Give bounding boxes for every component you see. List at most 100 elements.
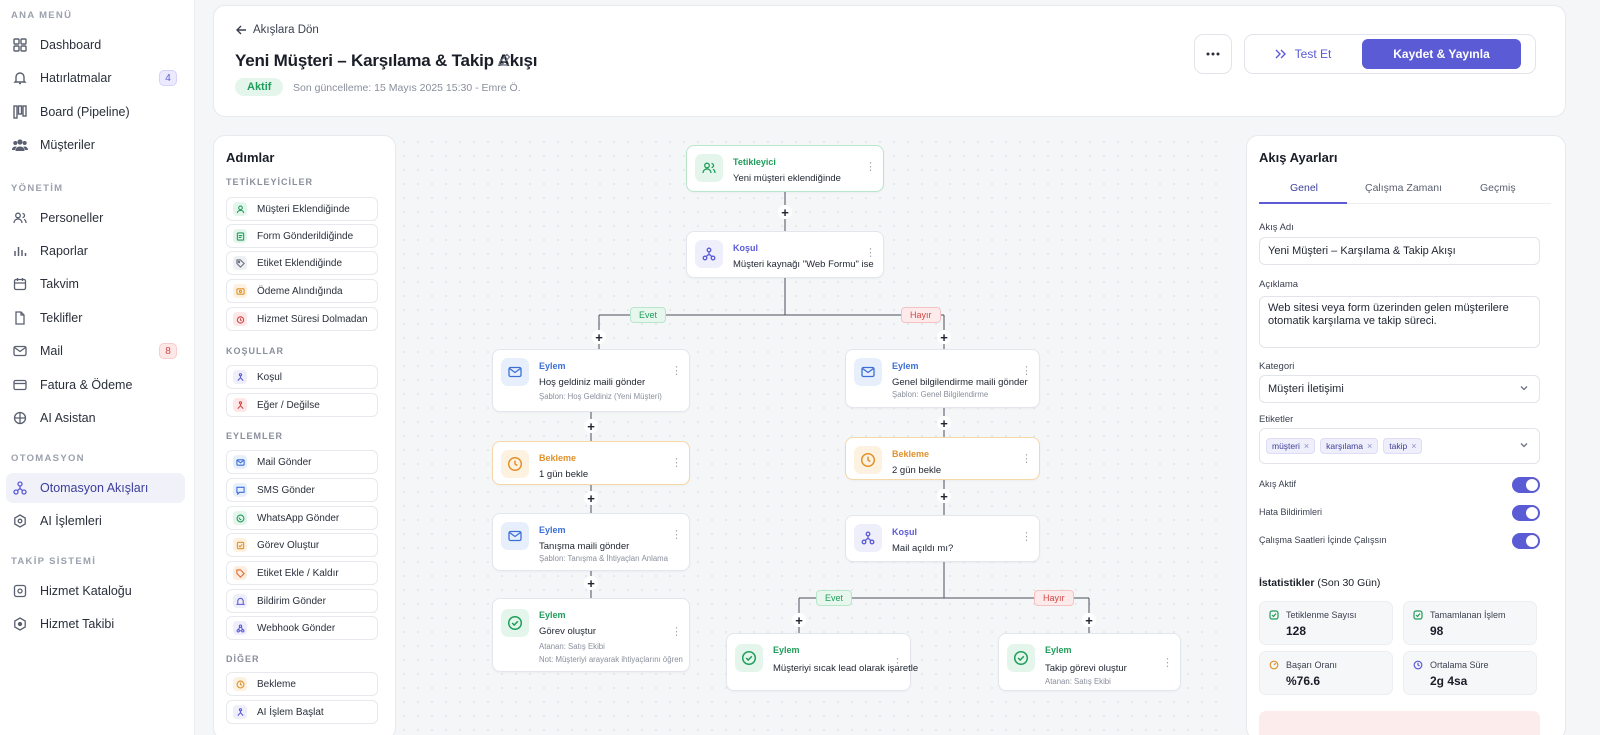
sidebar-item-reports[interactable]: Raporlar bbox=[6, 236, 185, 266]
flow-node-followup-task[interactable]: Eylem Takip görevi oluştur Atanan: Satış… bbox=[998, 633, 1181, 691]
step-customer-added[interactable]: Müşteri Eklendiğinde bbox=[226, 197, 378, 221]
kanban-icon bbox=[12, 104, 28, 120]
sidebar-item-billing[interactable]: Fatura & Ödeme bbox=[6, 370, 185, 400]
node-menu-icon[interactable]: ⋮ bbox=[671, 458, 682, 469]
remove-tag-icon[interactable]: × bbox=[1304, 441, 1309, 451]
sidebar-item-ai-assistant[interactable]: AI Asistan bbox=[6, 403, 185, 433]
step-start-ai-operation[interactable]: AI İşlem Başlat bbox=[226, 700, 378, 724]
step-add-remove-tag[interactable]: Etiket Ekle / Kaldır bbox=[226, 561, 378, 585]
node-menu-icon[interactable]: ⋮ bbox=[1021, 454, 1032, 465]
node-menu-icon[interactable]: ⋮ bbox=[671, 530, 682, 541]
flow-node-intro-mail[interactable]: Eylem Tanışma maili gönder Şablon: Tanış… bbox=[492, 513, 690, 571]
error-notifications-toggle[interactable] bbox=[1512, 505, 1540, 521]
step-send-notification[interactable]: Bildirim Gönder bbox=[226, 589, 378, 613]
add-step-button[interactable]: + bbox=[584, 576, 598, 590]
add-step-button[interactable]: + bbox=[584, 419, 598, 433]
sidebar-item-ai-operations[interactable]: AI İşlemleri bbox=[6, 506, 185, 536]
node-label: 1 gün bekle bbox=[539, 469, 589, 480]
add-step-button[interactable]: + bbox=[584, 491, 598, 505]
remove-tag-icon[interactable]: × bbox=[1411, 441, 1416, 451]
sidebar-item-service-tracking[interactable]: Hizmet Takibi bbox=[6, 609, 185, 639]
flow-node-create-task[interactable]: Eylem Görev oluştur Atanan: Satış Ekibi … bbox=[492, 598, 690, 672]
step-send-mail[interactable]: Mail Gönder bbox=[226, 450, 378, 474]
page-title: Yeni Müşteri – Karşılama & Takip Akışı bbox=[235, 51, 538, 70]
node-menu-icon[interactable]: ⋮ bbox=[1021, 366, 1032, 377]
toggle-label: Çalışma Saatleri İçinde Çalışsın bbox=[1259, 535, 1387, 545]
add-step-button[interactable]: + bbox=[592, 330, 606, 344]
add-step-button[interactable]: + bbox=[937, 330, 951, 344]
sidebar-item-reminders[interactable]: Hatırlatmalar 4 bbox=[6, 63, 185, 93]
step-tag-added[interactable]: Etiket Eklendiğinde bbox=[226, 251, 378, 275]
flow-active-toggle[interactable] bbox=[1512, 477, 1540, 493]
add-step-button[interactable]: + bbox=[937, 416, 951, 430]
sidebar-item-mail[interactable]: Mail 8 bbox=[6, 336, 185, 366]
back-to-flows-link[interactable]: Akışlara Dön bbox=[236, 24, 319, 36]
step-send-webhook[interactable]: Webhook Gönder bbox=[226, 616, 378, 640]
ai-icon bbox=[12, 410, 28, 426]
tab-run-time[interactable]: Çalışma Zamanı bbox=[1365, 182, 1442, 194]
node-menu-icon[interactable]: ⋮ bbox=[1021, 532, 1032, 543]
step-form-submitted[interactable]: Form Gönderildiğinde bbox=[226, 224, 378, 248]
sidebar-item-staff[interactable]: Personeller bbox=[6, 203, 185, 233]
description-textarea[interactable]: Web sitesi veya form üzerinden gelen müş… bbox=[1259, 296, 1540, 348]
flow-node-mark-hot-lead[interactable]: Eylem Müşteriyi sıcak lead olarak işaret… bbox=[726, 633, 918, 691]
flow-canvas[interactable]: Tetikleyici Yeni müşteri eklendiğinde ⋮ … bbox=[397, 135, 1227, 735]
sidebar-item-offers[interactable]: Teklifler bbox=[6, 303, 185, 333]
pencil-icon[interactable] bbox=[497, 53, 511, 67]
flow-name-input[interactable]: Yeni Müşteri – Karşılama & Takip Akışı bbox=[1259, 237, 1540, 265]
flow-node-trigger[interactable]: Tetikleyici Yeni müşteri eklendiğinde ⋮ bbox=[686, 145, 884, 192]
node-menu-icon[interactable]: ⋮ bbox=[892, 658, 903, 669]
test-button[interactable]: Test Et bbox=[1253, 39, 1353, 69]
node-type-label: Eylem bbox=[773, 645, 800, 655]
step-payment-received[interactable]: Ödeme Alındığında bbox=[226, 279, 378, 303]
node-menu-icon[interactable]: ⋮ bbox=[865, 248, 876, 259]
step-send-sms[interactable]: SMS Gönder bbox=[226, 478, 378, 502]
sidebar-item-service-catalog[interactable]: Hizmet Kataloğu bbox=[6, 576, 185, 606]
tags-input[interactable]: müşteri × karşılama × takip × bbox=[1259, 428, 1540, 464]
branch-yes-label: Evet bbox=[630, 307, 667, 323]
flow-node-wait-2-days[interactable]: Bekleme 2 gün bekle ⋮ bbox=[845, 437, 1040, 480]
remove-tag-icon[interactable]: × bbox=[1367, 441, 1372, 451]
node-menu-icon[interactable]: ⋮ bbox=[865, 162, 876, 173]
stat-value: 98 bbox=[1430, 624, 1444, 638]
check-circle-icon bbox=[1007, 644, 1035, 672]
flow-node-welcome-mail[interactable]: Eylem Hoş geldiniz maili gönder Şablon: … bbox=[492, 349, 690, 412]
flow-node-wait-1-day[interactable]: Bekleme 1 gün bekle ⋮ bbox=[492, 441, 690, 485]
sidebar-item-board[interactable]: Board (Pipeline) bbox=[6, 97, 185, 127]
alarm-icon bbox=[233, 312, 247, 326]
add-step-button[interactable]: + bbox=[778, 205, 792, 219]
node-menu-icon[interactable]: ⋮ bbox=[671, 627, 682, 638]
step-if-else[interactable]: Eğer / Değilse bbox=[226, 393, 378, 417]
working-hours-toggle[interactable] bbox=[1512, 533, 1540, 549]
add-step-button[interactable]: + bbox=[792, 613, 806, 627]
add-step-button[interactable]: + bbox=[937, 489, 951, 503]
sidebar-item-label: Hatırlatmalar bbox=[40, 71, 112, 85]
step-wait[interactable]: Bekleme bbox=[226, 672, 378, 696]
flow-node-condition-source[interactable]: Koşul Müşteri kaynağı "Web Formu" ise ⋮ bbox=[686, 231, 884, 278]
sms-icon bbox=[233, 483, 247, 497]
tab-general[interactable]: Genel bbox=[1290, 182, 1318, 194]
step-label: Form Gönderildiğinde bbox=[257, 230, 354, 242]
step-condition[interactable]: Koşul bbox=[226, 365, 378, 389]
node-menu-icon[interactable]: ⋮ bbox=[671, 366, 682, 377]
step-send-whatsapp[interactable]: WhatsApp Gönder bbox=[226, 506, 378, 530]
sidebar-item-label: Personeller bbox=[40, 211, 104, 225]
clock-icon bbox=[854, 446, 882, 474]
step-create-task[interactable]: Görev Oluştur bbox=[226, 533, 378, 557]
mail-icon bbox=[233, 455, 247, 469]
sidebar-item-dashboard[interactable]: Dashboard bbox=[6, 30, 185, 60]
step-service-expiring[interactable]: Hizmet Süresi Dolmadan bbox=[226, 307, 378, 331]
sidebar-item-customers[interactable]: Müşteriler bbox=[6, 130, 185, 160]
flow-node-mail-opened-condition[interactable]: Koşul Mail açıldı mı? ⋮ bbox=[845, 515, 1040, 562]
node-label: Mail açıldı mı? bbox=[892, 543, 954, 554]
category-select[interactable]: Müşteri İletişimi bbox=[1259, 375, 1540, 403]
sidebar-item-automation-flows[interactable]: Otomasyon Akışları bbox=[6, 473, 185, 503]
tag-chip: müşteri × bbox=[1266, 438, 1316, 454]
node-menu-icon[interactable]: ⋮ bbox=[1162, 658, 1173, 669]
flow-node-general-info-mail[interactable]: Eylem Genel bilgilendirme maili gönder Ş… bbox=[845, 349, 1040, 408]
sidebar-item-calendar[interactable]: Takvim bbox=[6, 269, 185, 299]
add-step-button[interactable]: + bbox=[1082, 613, 1096, 627]
save-publish-button[interactable]: Kaydet & Yayınla bbox=[1362, 39, 1521, 69]
more-options-button[interactable] bbox=[1194, 34, 1232, 74]
tab-history[interactable]: Geçmiş bbox=[1480, 182, 1516, 194]
